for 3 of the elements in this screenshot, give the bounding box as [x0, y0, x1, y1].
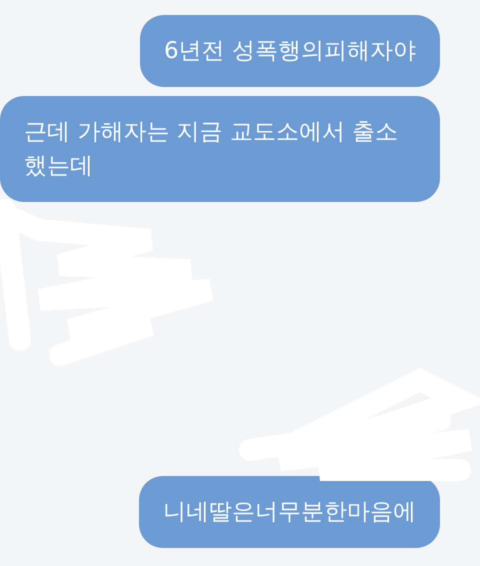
message-bubble: 니네딸은너무분한마음에 — [139, 476, 440, 548]
message-bubble: 6년전 성폭행의피해자야 — [140, 15, 440, 87]
message-bubble: 근데 가해자는 지금 교도소에서 출소했는데 — [0, 96, 440, 202]
